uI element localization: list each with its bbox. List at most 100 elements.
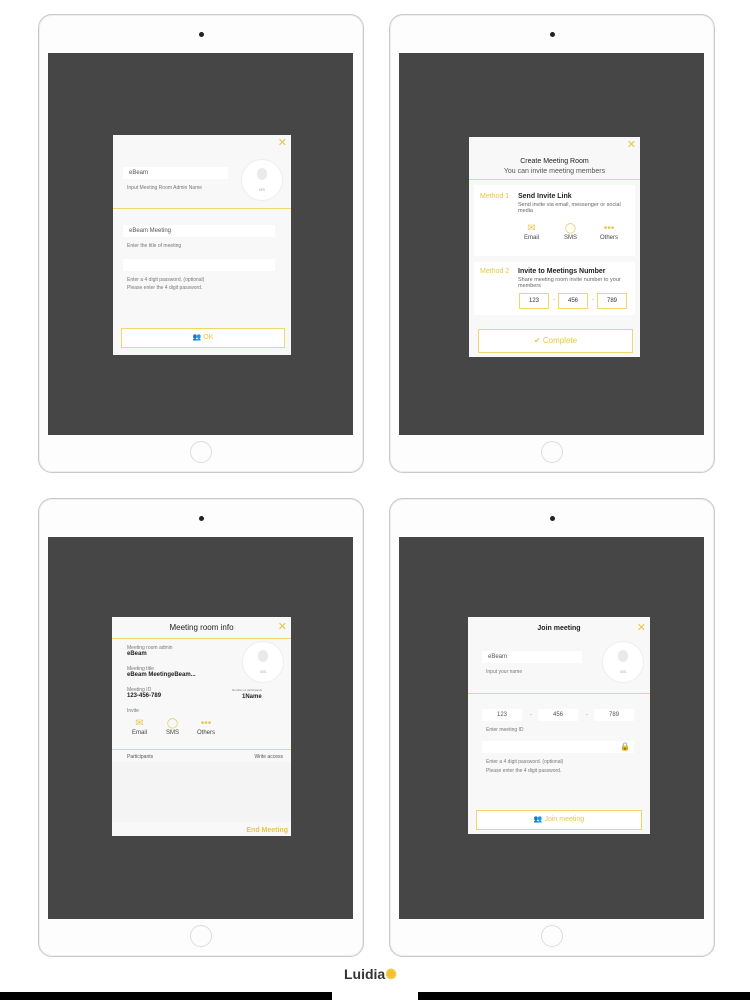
join-dialog: Join meeting ✕ eBeam Input your name GS … bbox=[468, 617, 650, 834]
chat-bubble-icon: ◯ bbox=[564, 223, 577, 234]
home-button bbox=[541, 925, 563, 947]
admin-name-hint: Input Meeting Room Admin Name bbox=[127, 185, 203, 191]
invite-number-part1[interactable]: 123 bbox=[519, 293, 549, 309]
more-dots-icon: ••• bbox=[200, 718, 212, 729]
admin-name-input[interactable]: eBeam bbox=[123, 167, 228, 179]
meeting-title-input[interactable]: eBeam Meeting bbox=[123, 225, 275, 237]
meeting-id-value: 123-456-789 bbox=[127, 693, 162, 699]
close-icon[interactable]: ✕ bbox=[278, 138, 287, 149]
method1-desc: Send invite via email, messenger or soci… bbox=[518, 202, 621, 214]
name-input[interactable]: eBeam bbox=[482, 651, 582, 663]
method2-desc: Share meeting room invite number to your… bbox=[518, 277, 621, 289]
chat-bubble-icon: ◯ bbox=[166, 718, 179, 729]
invite-number-part2[interactable]: 456 bbox=[558, 293, 588, 309]
complete-button[interactable]: ✔ Complete bbox=[478, 329, 633, 353]
user-silhouette-icon bbox=[618, 650, 628, 662]
others-share-button[interactable]: ••• Others bbox=[596, 223, 622, 241]
check-circle-icon: ✔ bbox=[533, 336, 541, 345]
password-hint-required: Please enter the 4 digit password. bbox=[127, 285, 203, 291]
join-meeting-button[interactable]: 👥 Join meeting bbox=[476, 810, 642, 830]
sms-label: SMS bbox=[563, 235, 577, 241]
screen: ✕ eBeam Input Meeting Room Admin Name GS… bbox=[48, 53, 353, 435]
camera-dot bbox=[549, 516, 555, 521]
envelope-icon: ✉ bbox=[527, 223, 536, 234]
bottom-bar-right bbox=[418, 992, 750, 1000]
ok-label: OK bbox=[203, 334, 214, 341]
method1-panel: Method 1 Send Invite Link Send invite vi… bbox=[474, 185, 635, 256]
ipad-frame-create-room: ✕ Create Meeting Room You can invite mee… bbox=[389, 14, 715, 473]
dialog-title: Meeting room info bbox=[169, 623, 234, 632]
dash: - bbox=[586, 712, 588, 718]
password-hint-optional: Enter a 4 digit password. (optional) bbox=[127, 277, 205, 283]
dash: - bbox=[592, 297, 594, 303]
meeting-id-part1[interactable]: 123 bbox=[482, 709, 522, 721]
avatar-caption: GS bbox=[259, 187, 265, 192]
end-meeting-button[interactable]: End Meeting bbox=[246, 827, 288, 834]
method2-label: Method 2 bbox=[480, 268, 510, 275]
logo-text: Luidia bbox=[344, 966, 386, 982]
luidia-logo: Luidia✺ bbox=[344, 966, 397, 983]
others-label: Others bbox=[196, 730, 215, 736]
more-dots-icon: ••• bbox=[603, 223, 615, 234]
meeting-id-part2[interactable]: 456 bbox=[538, 709, 578, 721]
others-share-button[interactable]: ••• Others bbox=[193, 718, 219, 736]
screen: Meeting room info ✕ Meeting room admin e… bbox=[48, 537, 353, 919]
sms-share-button[interactable]: ◯ SMS bbox=[558, 223, 583, 241]
ipad-frame-create-admin: ✕ eBeam Input Meeting Room Admin Name GS… bbox=[38, 14, 364, 473]
divider bbox=[469, 179, 640, 180]
divider bbox=[112, 638, 291, 639]
meeting-id-part3[interactable]: 789 bbox=[594, 709, 634, 721]
lock-icon: 🔒 bbox=[620, 742, 630, 751]
camera-dot bbox=[198, 32, 204, 37]
close-icon[interactable]: ✕ bbox=[637, 623, 646, 634]
admin-value: eBeam bbox=[127, 651, 147, 657]
sms-share-button[interactable]: ◯ SMS bbox=[160, 718, 185, 736]
users-icon: 👥 bbox=[533, 816, 543, 823]
envelope-icon: ✉ bbox=[135, 718, 144, 729]
divider bbox=[113, 208, 291, 209]
ok-button[interactable]: 👥 OK bbox=[121, 328, 285, 348]
ipad-frame-join: Join meeting ✕ eBeam Input your name GS … bbox=[389, 498, 715, 957]
bottom-bar-left bbox=[0, 992, 332, 1000]
avatar[interactable]: GS bbox=[242, 641, 284, 683]
camera-dot bbox=[198, 516, 204, 521]
participants-label: Participants bbox=[127, 754, 154, 760]
ipad-frame-room-info: Meeting room info ✕ Meeting room admin e… bbox=[38, 498, 364, 957]
dialog-subtitle: You can invite meeting members bbox=[503, 168, 606, 175]
users-icon: 👥 bbox=[192, 334, 202, 341]
dash: - bbox=[530, 712, 532, 718]
password-input[interactable] bbox=[482, 741, 634, 753]
sms-label: SMS bbox=[165, 730, 179, 736]
room-info-dialog: Meeting room info ✕ Meeting room admin e… bbox=[112, 617, 291, 836]
camera-dot bbox=[549, 32, 555, 37]
screen: ✕ Create Meeting Room You can invite mee… bbox=[399, 53, 704, 435]
participant-count-value: 1Name bbox=[242, 694, 262, 700]
email-share-button[interactable]: ✉ Email bbox=[127, 718, 152, 736]
divider bbox=[112, 749, 291, 750]
close-icon[interactable]: ✕ bbox=[278, 622, 287, 633]
meeting-title-value: eBeam MeetingeBeam... bbox=[127, 672, 196, 678]
email-share-button[interactable]: ✉ Email bbox=[519, 223, 544, 241]
close-icon[interactable]: ✕ bbox=[627, 140, 636, 151]
method2-panel: Method 2 Invite to Meetings Number Share… bbox=[474, 262, 635, 315]
avatar-caption: GS bbox=[260, 669, 266, 674]
user-silhouette-icon bbox=[258, 650, 268, 662]
password-hint-optional: Enter a 4 digit password. (optional) bbox=[486, 759, 564, 765]
join-label: Join meeting bbox=[544, 816, 585, 823]
home-button bbox=[190, 441, 212, 463]
dash: - bbox=[553, 297, 555, 303]
password-input[interactable] bbox=[123, 259, 275, 271]
participants-list[interactable] bbox=[112, 762, 291, 822]
name-hint: Input your name bbox=[486, 669, 523, 675]
avatar[interactable]: GS bbox=[602, 641, 644, 683]
avatar-caption: GS bbox=[620, 669, 626, 674]
complete-label: Complete bbox=[542, 336, 578, 345]
create-admin-dialog: ✕ eBeam Input Meeting Room Admin Name GS… bbox=[113, 135, 291, 355]
avatar[interactable]: GS bbox=[241, 159, 283, 201]
method2-title: Invite to Meetings Number bbox=[518, 268, 606, 275]
dialog-title: Join meeting bbox=[537, 625, 581, 632]
write-access-label: Write access bbox=[254, 754, 283, 760]
invite-number-part3[interactable]: 789 bbox=[597, 293, 627, 309]
method1-title: Send Invite Link bbox=[518, 193, 572, 200]
password-hint-required: Please enter the 4 digit password. bbox=[486, 768, 562, 774]
